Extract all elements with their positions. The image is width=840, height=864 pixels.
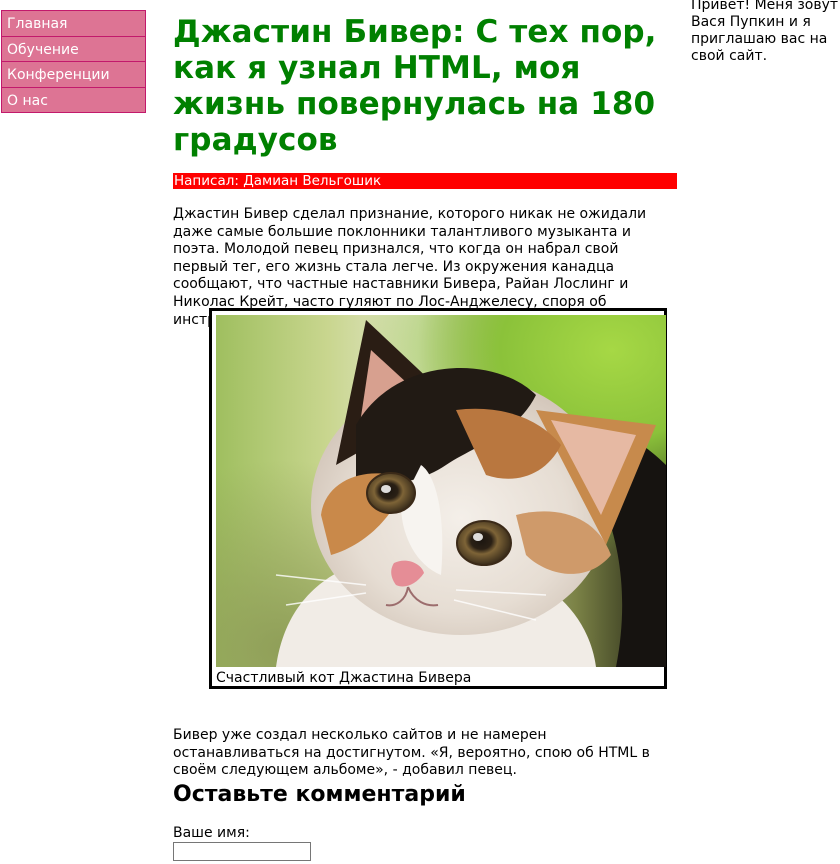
nav-link-learning[interactable]: Обучение [2,37,145,63]
nav-item-learning: Обучение [1,35,146,63]
article-title: Джастин Бивер: С тех пор, как я узнал HT… [173,14,657,158]
article-paragraph-2: Бивер уже создал несколько сайтов и не н… [173,727,650,779]
figure-caption: Счастливый кот Джастина Бивера [216,670,472,686]
main-navigation: Главная Обучение Конференции О нас [1,10,146,113]
aside-greeting: Привет! Меня зовут Вася Пупкин и я пригл… [691,0,839,64]
nav-item-conferences: Конференции [1,61,146,88]
kitten-photo [216,315,666,667]
nav-item-home: Главная [1,10,146,37]
comment-heading: Оставьте комментарий [173,782,466,807]
nav-item-about: О нас [1,86,146,114]
article-figure: Счастливый кот Джастина Бивера [209,308,667,689]
name-input[interactable] [173,842,311,861]
name-label: Ваше имя: [173,825,250,841]
article: Джастин Бивер: С тех пор, как я узнал HT… [173,14,677,861]
nav-link-about[interactable]: О нас [2,88,145,114]
nav-link-home[interactable]: Главная [2,11,145,37]
kitten-illustration [275,320,666,667]
article-byline: Написал: Дамиан Вельгошик [173,173,677,189]
nav-link-conferences[interactable]: Конференции [2,62,145,88]
